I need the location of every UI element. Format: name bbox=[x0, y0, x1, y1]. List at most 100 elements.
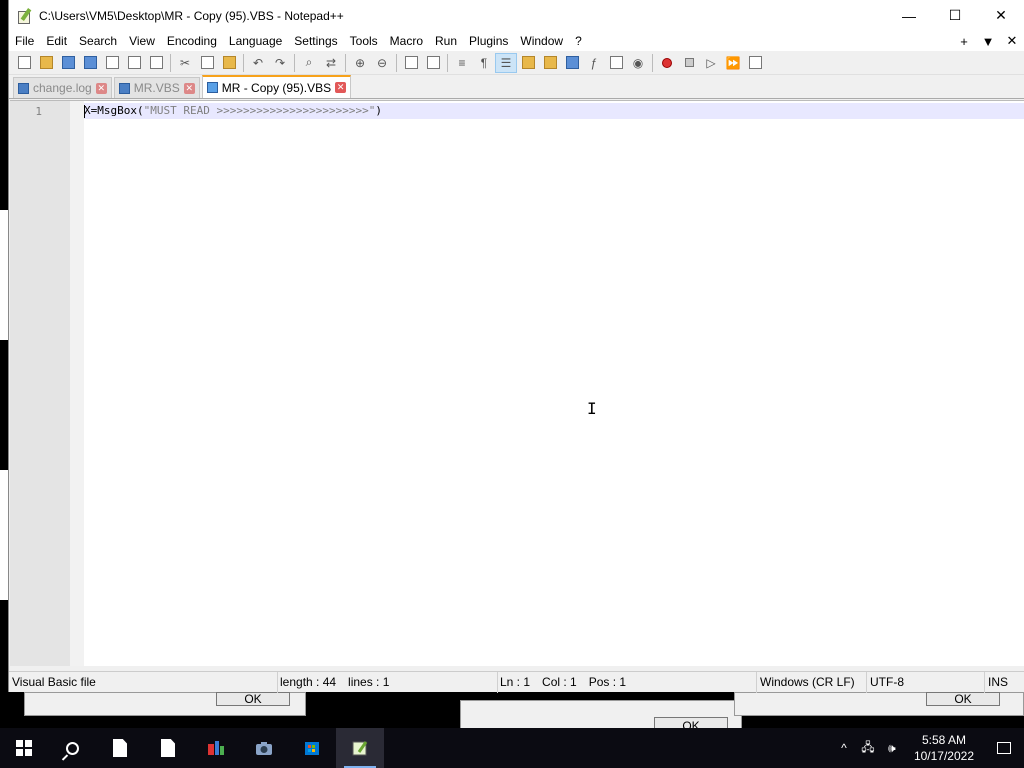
taskbar-file-1[interactable] bbox=[96, 728, 144, 768]
volume-icon[interactable]: 🕪 bbox=[880, 741, 904, 756]
clock[interactable]: 5:58 AM 10/17/2022 bbox=[904, 732, 984, 764]
show-all-chars-icon[interactable]: ¶ bbox=[473, 53, 495, 73]
code-identifier: X=MsgBox( bbox=[84, 104, 144, 117]
open-file-icon[interactable] bbox=[35, 53, 57, 73]
sync-vertical-icon[interactable] bbox=[400, 53, 422, 73]
paste-icon[interactable] bbox=[218, 53, 240, 73]
menu-help[interactable]: ? bbox=[569, 31, 588, 51]
copy-icon[interactable] bbox=[196, 53, 218, 73]
file-icon bbox=[161, 739, 175, 757]
search-icon bbox=[65, 741, 79, 755]
cut-icon[interactable]: ✂ bbox=[174, 53, 196, 73]
taskbar-store[interactable] bbox=[288, 728, 336, 768]
save-macro-icon[interactable] bbox=[744, 53, 766, 73]
toolbar-separator bbox=[652, 53, 653, 72]
menu-plugins[interactable]: Plugins bbox=[463, 31, 514, 51]
toolbar-separator bbox=[447, 53, 448, 72]
notification-icon bbox=[997, 742, 1011, 754]
tab-close-icon[interactable]: ✕ bbox=[183, 82, 195, 94]
close-all-icon[interactable] bbox=[123, 53, 145, 73]
menu-settings[interactable]: Settings bbox=[288, 31, 343, 51]
tab-close-icon[interactable]: ✕ bbox=[335, 82, 347, 93]
taskbar-app-tools[interactable] bbox=[192, 728, 240, 768]
maximize-button[interactable]: ☐ bbox=[932, 0, 978, 31]
save-icon[interactable] bbox=[57, 53, 79, 73]
function-list-icon[interactable]: ƒ bbox=[583, 53, 605, 73]
doc-list-icon[interactable] bbox=[561, 53, 583, 73]
tab-list-dropdown[interactable]: ▼ bbox=[976, 34, 1000, 49]
minimize-button[interactable]: — bbox=[886, 0, 932, 31]
editor-area[interactable]: 1 X=MsgBox("MUST READ >>>>>>>>>>>>>>>>>>… bbox=[10, 100, 1024, 666]
tab-label: change.log bbox=[33, 81, 92, 95]
file-saved-icon bbox=[206, 82, 218, 93]
action-center-button[interactable] bbox=[984, 742, 1024, 754]
toolbar-separator bbox=[396, 53, 397, 72]
menu-language[interactable]: Language bbox=[223, 31, 288, 51]
menu-encoding[interactable]: Encoding bbox=[161, 31, 223, 51]
taskbar-notepadpp[interactable] bbox=[336, 728, 384, 768]
tab-label: MR.VBS bbox=[133, 81, 180, 95]
record-macro-icon[interactable] bbox=[656, 53, 678, 73]
background-ok-button[interactable]: OK bbox=[926, 692, 1000, 706]
find-icon[interactable]: ⌕ bbox=[298, 53, 320, 73]
indent-guide-icon[interactable]: ☰ bbox=[495, 52, 517, 73]
close-button[interactable]: ✕ bbox=[978, 0, 1024, 31]
sync-horizontal-icon[interactable] bbox=[422, 53, 444, 73]
file-saved-icon bbox=[18, 82, 29, 94]
windows-logo-icon bbox=[16, 740, 32, 756]
start-button[interactable] bbox=[0, 728, 48, 768]
status-position: Ln : 1 Col : 1 Pos : 1 bbox=[498, 671, 757, 693]
menu-search[interactable]: Search bbox=[73, 31, 123, 51]
tab-mr-vbs[interactable]: MR.VBS ✕ bbox=[113, 77, 200, 98]
menu-tools[interactable]: Tools bbox=[344, 31, 384, 51]
doc-map-icon[interactable] bbox=[539, 53, 561, 73]
tab-label: MR - Copy (95).VBS bbox=[221, 80, 332, 95]
menu-view[interactable]: View bbox=[123, 31, 161, 51]
status-pos: Pos : 1 bbox=[588, 674, 627, 689]
print-icon[interactable] bbox=[145, 53, 167, 73]
close-file-icon[interactable] bbox=[101, 53, 123, 73]
window-title: C:\Users\VM5\Desktop\MR - Copy (95).VBS … bbox=[39, 8, 344, 23]
show-hidden-icons-icon[interactable]: ^ bbox=[832, 741, 856, 755]
toolbar-separator bbox=[294, 53, 295, 72]
tools-app-icon bbox=[208, 741, 224, 755]
play-macro-icon[interactable]: ▷ bbox=[700, 53, 722, 73]
search-button[interactable] bbox=[48, 728, 96, 768]
code-line[interactable]: X=MsgBox("MUST READ >>>>>>>>>>>>>>>>>>>>… bbox=[84, 104, 382, 118]
status-length: length : 44 bbox=[280, 674, 337, 689]
zoom-in-icon[interactable]: ⊕ bbox=[349, 53, 371, 73]
taskbar-file-2[interactable] bbox=[144, 728, 192, 768]
code-string: "MUST READ >>>>>>>>>>>>>>>>>>>>>>>" bbox=[143, 104, 376, 117]
close-doc-button[interactable]: ✕ bbox=[1000, 33, 1024, 49]
background-window-edge bbox=[0, 470, 8, 600]
save-all-icon[interactable] bbox=[79, 53, 101, 73]
word-wrap-icon[interactable]: ≡ bbox=[451, 53, 473, 73]
title-bar[interactable]: C:\Users\VM5\Desktop\MR - Copy (95).VBS … bbox=[9, 0, 1024, 31]
add-tab-button[interactable]: + bbox=[952, 34, 976, 49]
stop-macro-icon[interactable] bbox=[678, 53, 700, 73]
menu-macro[interactable]: Macro bbox=[384, 31, 429, 51]
tab-change-log[interactable]: change.log ✕ bbox=[13, 77, 112, 98]
background-ok-button[interactable]: OK bbox=[216, 692, 290, 706]
new-file-icon[interactable] bbox=[13, 53, 35, 73]
undo-icon[interactable]: ↶ bbox=[247, 53, 269, 73]
fold-margin bbox=[70, 101, 84, 666]
menu-file[interactable]: File bbox=[9, 31, 40, 51]
tab-close-icon[interactable]: ✕ bbox=[95, 82, 107, 94]
notepadpp-icon bbox=[17, 7, 33, 24]
file-icon bbox=[113, 739, 127, 757]
redo-icon[interactable]: ↷ bbox=[269, 53, 291, 73]
menu-run[interactable]: Run bbox=[429, 31, 463, 51]
monitoring-icon[interactable]: ◉ bbox=[627, 53, 649, 73]
replace-icon[interactable]: ⇄ bbox=[320, 53, 342, 73]
run-macro-multiple-icon[interactable]: ⏩ bbox=[722, 53, 744, 73]
tab-mr-copy-95[interactable]: MR - Copy (95).VBS ✕ bbox=[201, 75, 352, 98]
udl-icon[interactable] bbox=[517, 53, 539, 73]
taskbar-camera[interactable] bbox=[240, 728, 288, 768]
menu-window[interactable]: Window bbox=[514, 31, 569, 51]
folder-workspace-icon[interactable] bbox=[605, 53, 627, 73]
ibeam-cursor-icon: I bbox=[587, 399, 597, 418]
network-icon[interactable]: 🖧 bbox=[856, 738, 880, 759]
menu-edit[interactable]: Edit bbox=[40, 31, 73, 51]
zoom-out-icon[interactable]: ⊖ bbox=[371, 53, 393, 73]
